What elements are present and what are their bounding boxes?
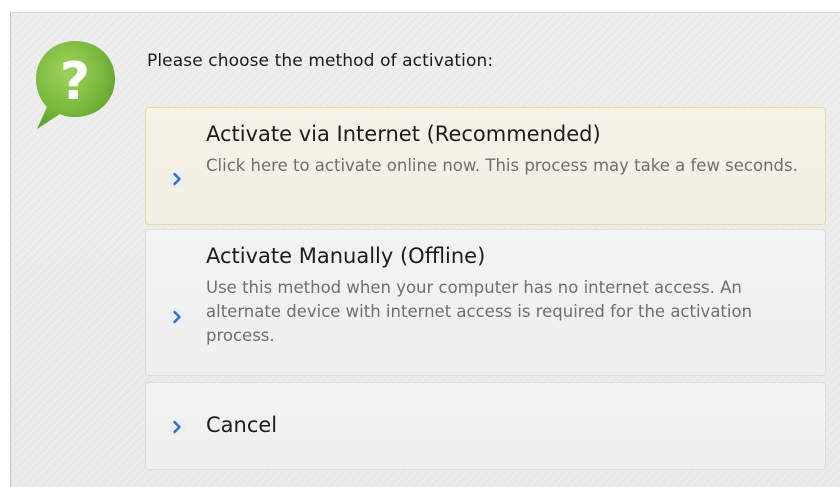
cancel-button[interactable]: Cancel [145, 382, 826, 470]
option-description: Use this method when your computer has n… [206, 278, 753, 345]
option-title: Activate Manually (Offline) [206, 244, 486, 268]
instruction-text: Please choose the method of activation: [147, 51, 494, 71]
chevron-right-icon [169, 419, 185, 435]
svg-text:?: ? [60, 52, 90, 112]
option-description: Click here to activate online now. This … [206, 156, 798, 175]
question-speech-bubble-icon: ? [36, 41, 115, 129]
activate-manual-button[interactable]: Activate Manually (Offline) Use this met… [145, 229, 826, 376]
chevron-right-icon [169, 171, 185, 187]
chevron-right-icon [169, 309, 185, 325]
option-title: Cancel [206, 413, 278, 437]
option-title: Activate via Internet (Recommended) [206, 122, 601, 146]
activation-dialog: ? Please choose the method of activation… [10, 12, 840, 487]
activate-internet-button[interactable]: Activate via Internet (Recommended) Clic… [145, 107, 826, 225]
